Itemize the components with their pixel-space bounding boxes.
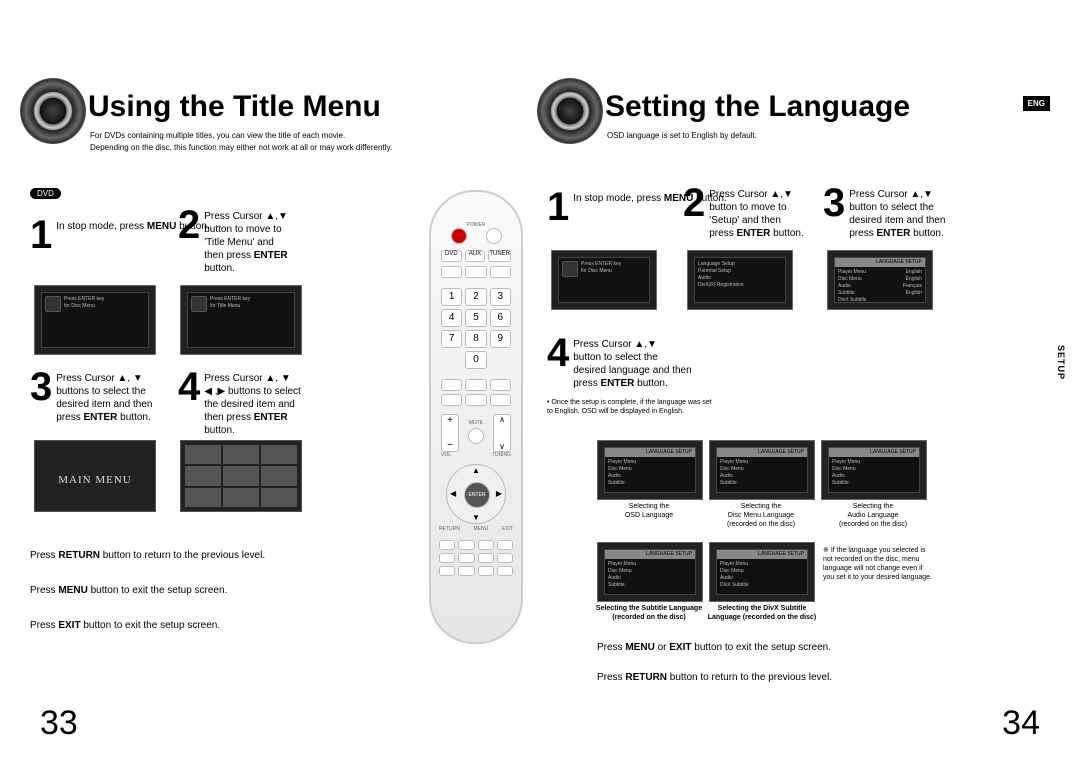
section-tab: SETUP [1056,345,1066,380]
screen-osd-lang: LANGUAGE SETUP Player Menu Disc Menu Aud… [597,440,703,500]
cursor-down[interactable]: ▼ [472,513,480,522]
page-number: 33 [40,704,78,743]
page-33: Using the Title Menu For DVDs containing… [30,40,533,743]
remote-control: POWER DVD AUX TUNER 1 2 3 4 [429,190,523,644]
cap-osd: Selecting the OSD Language [597,502,701,520]
cursor-up[interactable]: ▲ [472,466,480,475]
num-8[interactable]: 8 [465,330,486,348]
cursor-right[interactable]: ▶ [496,489,502,498]
num-0[interactable]: 0 [465,351,486,369]
footnote-return: Press RETURN button to return to the pre… [30,550,265,561]
menu-label: MENU [473,526,488,532]
dvd-button[interactable]: DVD [441,250,462,262]
footnote-menu-exit: Press MENU or EXIT button to exit the se… [597,642,831,653]
eject-button[interactable] [486,228,502,244]
page-title: Setting the Language [605,90,910,124]
cap-divx: Selecting the DivX Subtitle Language (re… [703,604,821,622]
subtitle-line-1: For DVDs containing multiple titles, you… [90,131,345,140]
cap-subtitle: Selecting the Subtitle Language (recorde… [587,604,711,622]
speaker-graphic [20,78,86,144]
enter-button[interactable]: ENTER [464,482,490,508]
step-4: 4 Press Cursor ▲,▼ button to select the … [547,336,692,390]
step-number: 2 [178,208,200,242]
num-2[interactable]: 2 [465,288,486,306]
num-5[interactable]: 5 [465,309,486,327]
number-pad: 1 2 3 4 5 6 7 8 9 0 [431,288,521,369]
num-3[interactable]: 3 [490,288,511,306]
tuner-button[interactable]: TUNER [488,250,511,262]
osd-screen-1: Press ENTER key for Disc Menu [34,285,156,355]
page-34: Setting the Language OSD language is set… [547,40,1050,743]
step-text: Press Cursor ▲,▼ button to move to 'Titl… [204,208,288,275]
lang-side-note: ※ If the language you selected is not re… [823,546,933,582]
mute-button[interactable] [468,428,484,444]
osd-screen-2: Language Setup Parental Setup Audio DivX… [687,250,793,310]
speaker-graphic [537,78,603,144]
page-subtitle: For DVDs containing multiple titles, you… [90,130,392,154]
dvd-badge: DVD [30,188,61,199]
step-2: 2 Press Cursor ▲,▼ button to move to 'Se… [683,186,804,240]
d-pad: ENTER ▲ ▼ ◀ ▶ [446,464,506,524]
num-7[interactable]: 7 [441,330,462,348]
return-label: RETURN [439,526,460,532]
step-3: 3 Press Cursor ▲, ▼ buttons to select th… [30,370,152,424]
step-2: 2 Press Cursor ▲,▼ button to move to 'Ti… [178,208,288,275]
osd-screen-1: Press ENTER key for Disc Menu [551,250,657,310]
num-1[interactable]: 1 [441,288,462,306]
page-subtitle: OSD language is set to English by defaul… [607,130,757,142]
screen-divx-lang: LANGUAGE SETUP Player Menu Disc Menu Aud… [709,542,815,602]
power-button[interactable] [451,228,467,244]
step-text: Press Cursor ▲, ▼ ◀ ,▶ buttons to select… [204,370,301,437]
num-9[interactable]: 9 [490,330,511,348]
thumb-screen-4 [180,440,302,512]
thumb-screen-3: MAIN MENU [34,440,156,512]
cursor-left[interactable]: ◀ [450,489,456,498]
screen-audio-lang: LANGUAGE SETUP Player Menu Disc Menu Aud… [821,440,927,500]
step-3: 3 Press Cursor ▲,▼ button to select the … [823,186,945,240]
cap-disc: Selecting the Disc Menu Language (record… [709,502,813,529]
step-text: Press Cursor ▲, ▼ buttons to select the … [56,370,152,424]
footnote-exit: Press EXIT button to exit the setup scre… [30,620,220,631]
screen-disc-menu-lang: LANGUAGE SETUP Player Menu Disc Menu Aud… [709,440,815,500]
page-number: 34 [1002,704,1040,743]
exit-label: EXIT [502,526,513,532]
num-6[interactable]: 6 [490,309,511,327]
eng-badge: ENG [1023,96,1050,111]
step-4: 4 Press Cursor ▲, ▼ ◀ ,▶ buttons to sele… [178,370,301,437]
step-number: 1 [30,218,52,252]
page-title: Using the Title Menu [88,90,381,124]
osd-screen-3: LANGUAGE SETUP Player MenuEnglish Disc M… [827,250,933,310]
cap-audio: Selecting the Audio Language (recorded o… [821,502,925,529]
footnote-return: Press RETURN button to return to the pre… [597,672,832,683]
num-4[interactable]: 4 [441,309,462,327]
subtitle-line-2: Depending on the disc, this function may… [90,143,392,152]
footnote-menu: Press MENU button to exit the setup scre… [30,585,227,596]
aux-button[interactable]: AUX [465,250,486,262]
osd-screen-2: Press ENTER key for Title Menu [180,285,302,355]
vol-rocker[interactable]: +− [441,414,459,452]
step-number: 4 [178,370,200,404]
setup-note: • Once the setup is complete, if the lan… [547,398,717,416]
screen-subtitle-lang: LANGUAGE SETUP Player Menu Disc Menu Aud… [597,542,703,602]
tuning-rocker[interactable]: ∧∨ [493,414,511,452]
step-number: 3 [30,370,52,404]
